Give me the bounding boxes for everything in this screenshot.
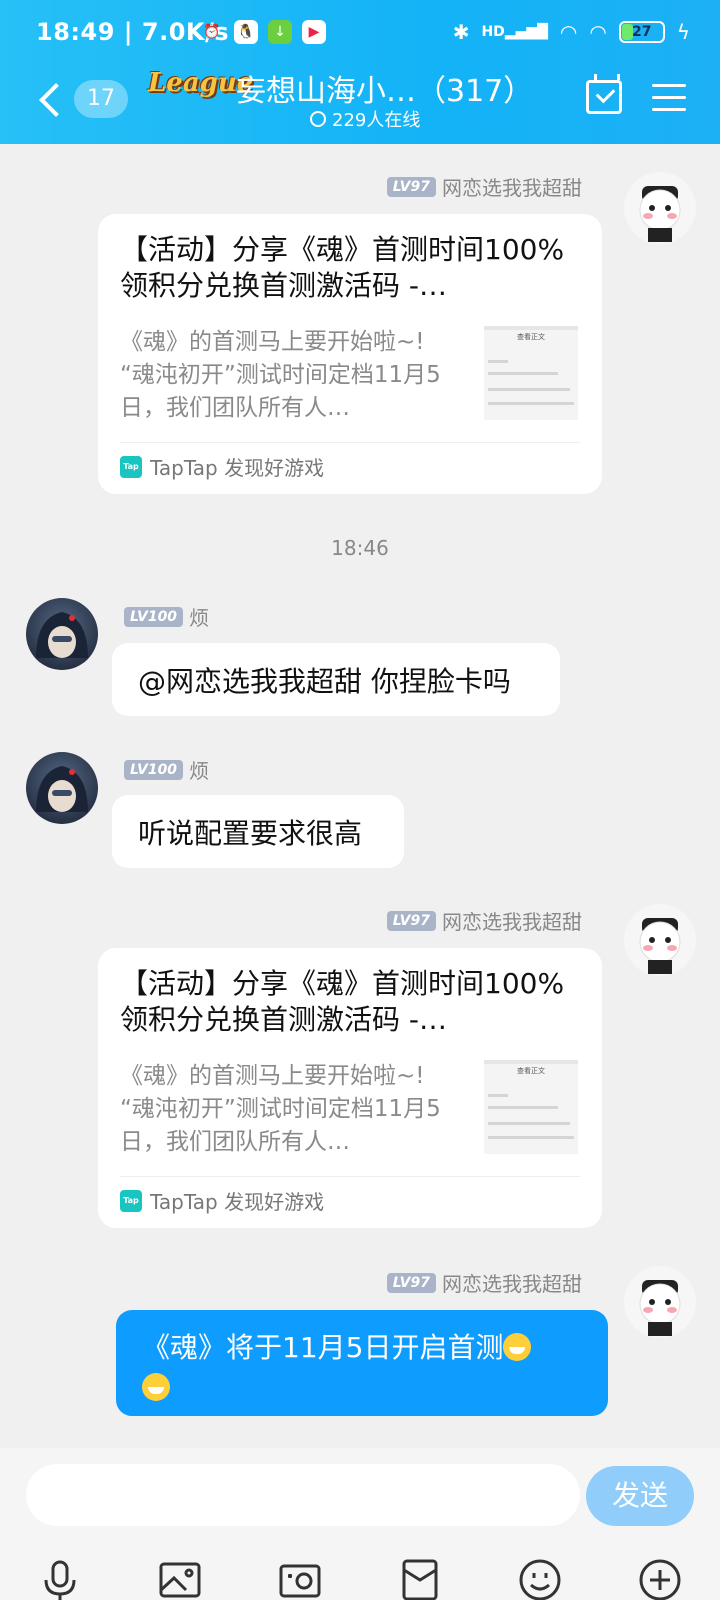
message-bubble[interactable]: @网恋选我我超甜 你捏脸卡吗 bbox=[112, 643, 560, 716]
group-logo: League bbox=[148, 68, 254, 98]
sender-info: LV100 烦 bbox=[124, 755, 209, 784]
emoji-icon[interactable] bbox=[518, 1558, 562, 1600]
sender-name[interactable]: 网恋选我我超甜 bbox=[442, 906, 582, 935]
message-bubble[interactable]: 听说配置要求很高 bbox=[112, 795, 404, 868]
level-badge: LV97 bbox=[386, 910, 436, 931]
video-app-icon: ▶ bbox=[302, 20, 326, 44]
sender-name[interactable]: 烦 bbox=[189, 602, 209, 631]
microphone-icon[interactable] bbox=[38, 1558, 82, 1600]
sender-info: LV100 烦 bbox=[124, 602, 209, 631]
group-title[interactable]: 妄想山海小…（317） bbox=[236, 66, 533, 110]
camera-icon[interactable] bbox=[278, 1558, 322, 1600]
card-description: 《魂》的首测马上要开始啦~! “魂沌初开”测试时间定档11月5日，我们团队所有人… bbox=[120, 329, 441, 421]
battery-icon: 27 bbox=[618, 21, 665, 43]
red-packet-icon[interactable] bbox=[398, 1558, 442, 1600]
sender-name[interactable]: 网恋选我我超甜 bbox=[442, 172, 582, 201]
level-badge: LV100 bbox=[124, 606, 184, 627]
qq-icon: 🐧 bbox=[234, 20, 258, 44]
online-status: 229人在线 bbox=[310, 106, 420, 132]
chat-header: 18:49 | 7.0K/s ⏰ 🐧 ↓ ▶ ✱ HD▂▄▆█ ◠ ◠ 27 ϟ… bbox=[0, 0, 720, 144]
taptap-icon: Tap bbox=[120, 1189, 142, 1212]
card-title: 【活动】分享《魂》首测时间100%领积分兑换首测激活码 -… bbox=[120, 233, 565, 302]
notification-icons: ⏰ 🐧 ↓ ▶ bbox=[200, 20, 326, 44]
back-icon[interactable] bbox=[34, 80, 64, 120]
card-title: 【活动】分享《魂》首测时间100%领积分兑换首测激活码 -… bbox=[120, 967, 565, 1036]
input-bar: 发送 bbox=[0, 1448, 720, 1600]
wifi-icon: ◠ bbox=[559, 20, 578, 44]
card-thumbnail: 查看正文 bbox=[484, 326, 578, 420]
status-bar: 18:49 | 7.0K/s ⏰ 🐧 ↓ ▶ ✱ HD▂▄▆█ ◠ ◠ 27 ϟ bbox=[0, 12, 720, 54]
card-divider bbox=[120, 1176, 580, 1177]
menu-icon[interactable] bbox=[652, 82, 686, 112]
charging-icon: ϟ bbox=[676, 20, 690, 44]
level-badge: LV97 bbox=[386, 1272, 436, 1293]
download-icon: ↓ bbox=[268, 20, 292, 44]
sender-info: LV97 网恋选我我超甜 bbox=[386, 1268, 582, 1297]
send-button[interactable]: 发送 bbox=[586, 1466, 694, 1526]
level-badge: LV97 bbox=[386, 176, 436, 197]
avatar[interactable] bbox=[624, 1266, 696, 1338]
shared-link-card[interactable]: 【活动】分享《魂》首测时间100%领积分兑换首测激活码 -… 《魂》的首测马上要… bbox=[98, 948, 602, 1228]
message-input[interactable] bbox=[26, 1464, 580, 1526]
avatar[interactable] bbox=[26, 752, 98, 824]
shared-link-card[interactable]: 【活动】分享《魂》首测时间100%领积分兑换首测激活码 -… 《魂》的首测马上要… bbox=[98, 214, 602, 494]
alarm-icon: ⏰ bbox=[203, 24, 221, 40]
avatar[interactable] bbox=[624, 904, 696, 976]
sender-name[interactable]: 网恋选我我超甜 bbox=[442, 1268, 582, 1297]
grin-emoji-icon bbox=[503, 1333, 532, 1361]
bluetooth-icon: ✱ bbox=[452, 20, 470, 44]
timestamp: 18:46 bbox=[331, 536, 389, 560]
card-description: 《魂》的首测马上要开始啦~! “魂沌初开”测试时间定档11月5日，我们团队所有人… bbox=[120, 1063, 441, 1155]
message-text: 《魂》将于11月5日开启首测 bbox=[142, 1331, 504, 1364]
my-message-bubble[interactable]: 《魂》将于11月5日开启首测 bbox=[116, 1310, 608, 1416]
clock-time: 18:49 bbox=[36, 18, 115, 46]
image-icon[interactable] bbox=[158, 1558, 202, 1600]
online-count: 229人在线 bbox=[332, 110, 421, 131]
card-divider bbox=[120, 442, 580, 443]
thumbnail-title: 查看正文 bbox=[517, 333, 545, 341]
system-icons: ✱ HD▂▄▆█ ◠ ◠ 27 ϟ bbox=[453, 20, 690, 44]
wifi-icon-2: ◠ bbox=[589, 20, 607, 44]
avatar[interactable] bbox=[624, 172, 696, 244]
thumbnail-title: 查看正文 bbox=[517, 1067, 545, 1075]
sender-info: LV97 网恋选我我超甜 bbox=[386, 906, 582, 935]
card-source: Tap TapTap 发现好游戏 bbox=[120, 1186, 324, 1215]
calendar-check-icon[interactable] bbox=[586, 74, 622, 114]
card-thumbnail: 查看正文 bbox=[484, 1060, 578, 1154]
plus-icon[interactable] bbox=[638, 1558, 682, 1600]
online-icon bbox=[310, 111, 326, 127]
battery-level: 27 bbox=[632, 24, 652, 40]
card-source: Tap TapTap 发现好游戏 bbox=[120, 452, 324, 481]
source-label: TapTap 发现好游戏 bbox=[150, 456, 325, 480]
sender-name[interactable]: 烦 bbox=[189, 755, 209, 784]
grin-emoji-icon bbox=[142, 1373, 170, 1401]
avatar[interactable] bbox=[26, 598, 98, 670]
level-badge: LV100 bbox=[124, 759, 184, 780]
unread-badge[interactable]: 17 bbox=[74, 80, 128, 118]
signal-icon: HD▂▄▆█ bbox=[481, 24, 548, 40]
taptap-icon: Tap bbox=[120, 455, 142, 478]
sender-info: LV97 网恋选我我超甜 bbox=[386, 172, 582, 201]
source-label: TapTap 发现好游戏 bbox=[150, 1190, 325, 1214]
